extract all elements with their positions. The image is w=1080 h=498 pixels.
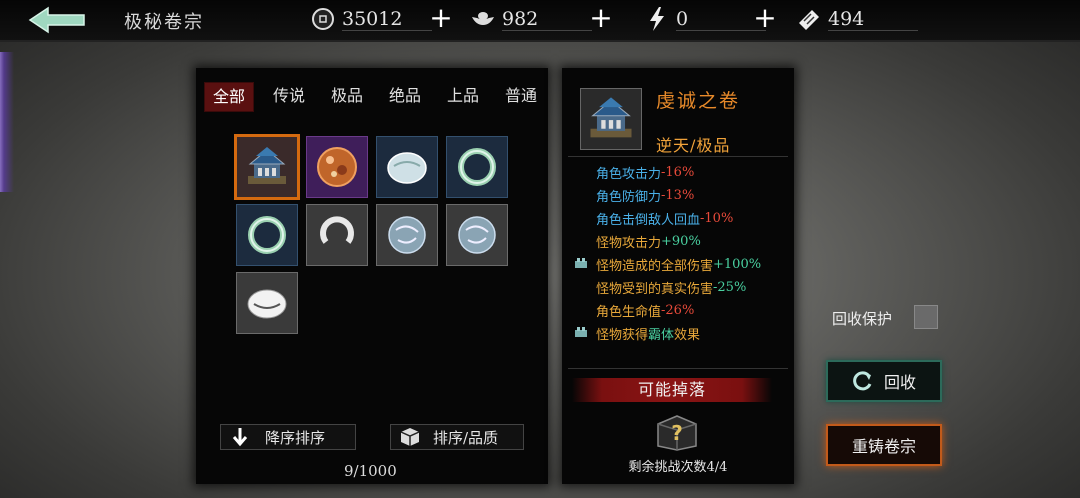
attribute-value: -13% (661, 187, 695, 203)
stone-item-icon (388, 216, 426, 254)
attribute-label: 角色生命值 (596, 304, 662, 320)
attribute-suffix: 效果 (674, 327, 701, 343)
attribute-label: 怪物受到的真实伤害 (596, 281, 714, 297)
sort-quality-button[interactable]: 排序/品质 (390, 424, 524, 450)
item-slot[interactable] (446, 136, 508, 198)
monster-buff-icon (575, 258, 587, 268)
item-slot[interactable] (236, 272, 298, 334)
mystery-chest-icon[interactable]: ? (654, 410, 700, 452)
jade-ring-icon (458, 148, 496, 186)
silver-resource: 982 (470, 5, 592, 33)
svg-text:?: ? (671, 421, 683, 445)
silver-value: 982 (502, 8, 592, 31)
attribute-label: 角色攻击力 (596, 166, 662, 182)
detail-item-icon (580, 88, 642, 150)
sort-descending-button[interactable]: 降序排序 (220, 424, 356, 450)
tab-supreme[interactable]: 绝品 (376, 82, 434, 110)
sort-descending-label: 降序排序 (265, 428, 326, 447)
coin-resource: 35012 (310, 5, 432, 33)
attribute-value: 霸体 (648, 327, 675, 343)
reforge-label: 重铸卷宗 (851, 437, 916, 456)
attribute-value: -16% (661, 164, 695, 180)
coin-value: 35012 (342, 8, 432, 31)
item-slot[interactable] (236, 204, 298, 266)
attribute-value: -26% (661, 302, 695, 318)
cube-icon (400, 428, 420, 446)
item-slot[interactable] (306, 204, 368, 266)
refresh-icon (853, 371, 872, 391)
item-quality: 逆天/极品 (656, 136, 731, 155)
attribute-label: 角色击倒敌人回血 (596, 212, 701, 228)
recycle-protect-checkbox[interactable] (914, 305, 938, 329)
ticket-value: 494 (828, 8, 918, 31)
quality-tabs: 全部 传说 极品 绝品 上品 普通 (204, 82, 550, 112)
tab-excellent[interactable]: 极品 (318, 82, 376, 110)
jade-pendant-icon (387, 152, 427, 184)
attribute-row: 角色击倒敌人回血 -10% (574, 208, 733, 228)
item-slot[interactable] (234, 134, 300, 200)
side-drawer-handle[interactable] (0, 52, 16, 192)
tab-superior[interactable]: 上品 (434, 82, 492, 110)
orb-item-icon (317, 147, 357, 187)
attribute-row: 角色防御力 -13% (574, 185, 694, 205)
ticket-icon (796, 6, 822, 32)
reforge-button[interactable]: 重铸卷宗 (826, 424, 942, 466)
attribute-label: 怪物攻击力 (596, 235, 662, 251)
remaining-challenges: 剩余挑战次数4/4 (628, 460, 728, 475)
item-slot[interactable] (306, 136, 368, 198)
attribute-row: 角色攻击力 -16% (574, 162, 694, 182)
attribute-value: -10% (700, 210, 734, 226)
attribute-label: 怪物获得 (596, 327, 649, 343)
attribute-value: +90% (661, 233, 701, 249)
attribute-row: 怪物攻击力 +90% (574, 231, 701, 251)
ticket-resource: 494 (796, 5, 918, 33)
attribute-label: 角色防御力 (596, 189, 662, 205)
add-coin-button[interactable]: + (428, 4, 454, 33)
stone-item-icon (458, 216, 496, 254)
recycle-button[interactable]: 回收 (826, 360, 942, 402)
item-slot[interactable] (376, 136, 438, 198)
attribute-row: 怪物受到的真实伤害 -25% (574, 277, 746, 297)
recycle-label: 回收 (883, 373, 916, 392)
divider (568, 156, 788, 157)
arrow-down-icon (232, 428, 248, 447)
top-bar: 极秘卷宗 35012 + 982 + 0 + 494 (0, 0, 1080, 42)
attribute-value: +100% (713, 256, 762, 272)
jade-ring-icon (248, 216, 286, 254)
attribute-row: 角色生命值 -26% (574, 300, 694, 320)
sort-quality-label: 排序/品质 (433, 428, 499, 447)
white-pendant-icon (247, 289, 287, 319)
attribute-label: 怪物造成的全部伤害 (596, 258, 714, 274)
inventory-panel: 全部 传说 极品 绝品 上品 普通 降序排序 排序/品质 9/1000 (196, 68, 548, 484)
inventory-count: 9/1000 (344, 462, 397, 480)
recycle-protect-label: 回收保护 (832, 310, 893, 328)
monster-buff-icon (575, 327, 587, 337)
tab-common[interactable]: 普通 (492, 82, 550, 110)
add-energy-button[interactable]: + (752, 4, 778, 33)
item-slot[interactable] (446, 204, 508, 266)
coin-icon (310, 6, 336, 32)
add-silver-button[interactable]: + (588, 4, 614, 33)
detail-panel: 虔诚之卷 逆天/极品 角色攻击力 -16% 角色防御力 -13% 角色击倒敌人回血 -… (562, 68, 794, 484)
attribute-value: -25% (713, 279, 747, 295)
lightning-icon (644, 6, 670, 32)
back-arrow-icon[interactable] (26, 4, 90, 36)
scroll-item-icon (248, 147, 286, 184)
page-title: 极秘卷宗 (124, 12, 204, 33)
tab-all[interactable]: 全部 (204, 82, 254, 112)
tab-legend[interactable]: 传说 (260, 82, 318, 110)
item-name: 虔诚之卷 (656, 90, 741, 112)
silver-ring-icon (320, 216, 354, 244)
scroll-item-icon (590, 97, 632, 138)
attribute-row: 怪物获得 霸体 效果 (574, 323, 700, 343)
attribute-row: 怪物造成的全部伤害 +100% (574, 254, 761, 274)
energy-resource: 0 (644, 5, 766, 33)
possible-drop-banner: 可能掉落 (572, 378, 772, 402)
silver-ingot-icon (470, 6, 496, 32)
divider (568, 368, 788, 369)
item-slot[interactable] (376, 204, 438, 266)
